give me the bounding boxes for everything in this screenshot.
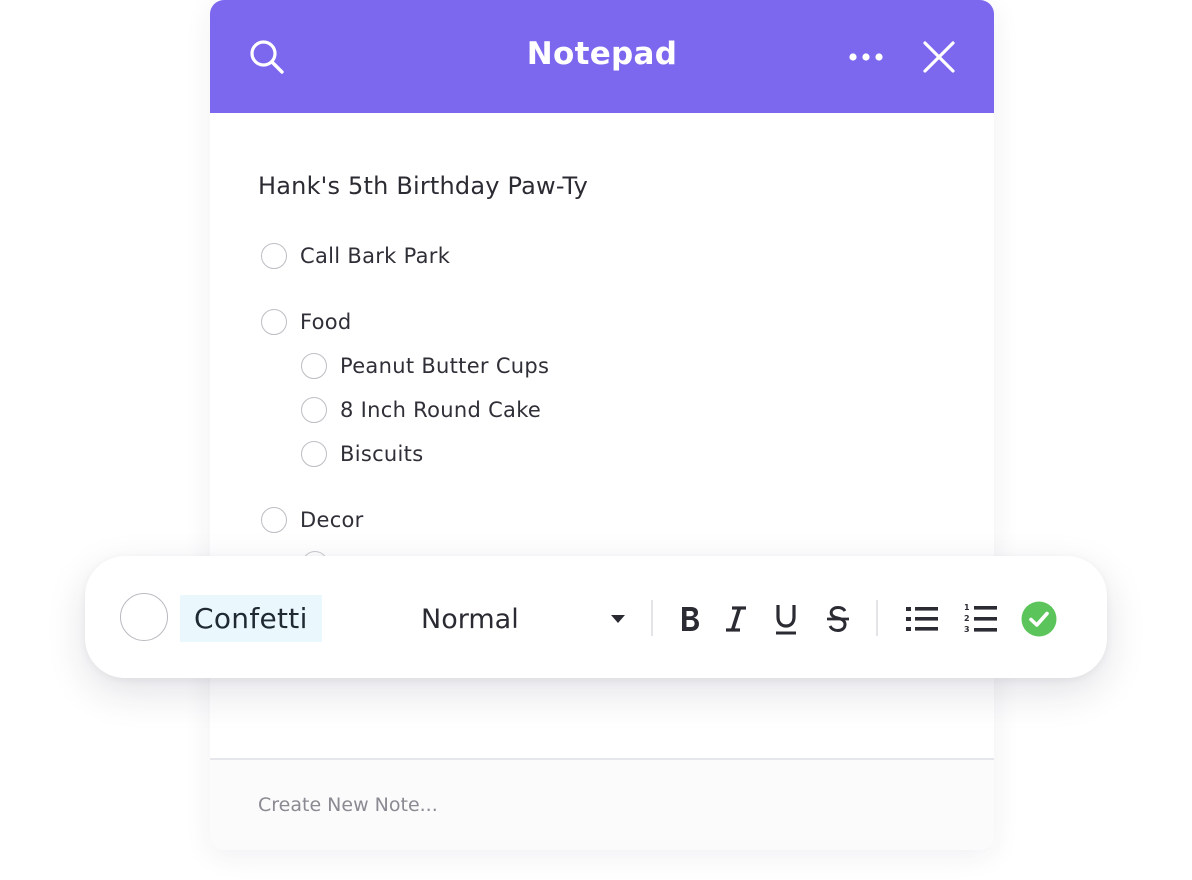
italic-icon	[726, 606, 746, 632]
checklist-item-label[interactable]: Call Bark Park	[300, 244, 450, 268]
confirm-check-icon	[1021, 601, 1057, 637]
bold-icon	[682, 607, 699, 631]
underline-icon	[776, 605, 796, 635]
checklist-item: Food	[261, 307, 352, 337]
checklist-checkbox[interactable]	[261, 507, 287, 533]
checklist-checkbox[interactable]	[301, 397, 327, 423]
notepad-window: Notepad Hank's 5th Birthday Paw-Ty Call …	[210, 0, 994, 850]
checklist-item-label[interactable]: Peanut Butter Cups	[340, 354, 549, 378]
stage: Notepad Hank's 5th Birthday Paw-Ty Call …	[0, 0, 1192, 880]
svg-text:2: 2	[964, 614, 970, 623]
notepad-header: Notepad	[210, 0, 994, 113]
bullet-list-icon	[906, 607, 938, 631]
checklist-checkbox[interactable]	[301, 441, 327, 467]
checklist-subitem: 8 Inch Round Cake	[301, 395, 541, 425]
editor-toolbar: Confetti Normal 1 2 3	[85, 556, 1107, 678]
checklist-item: Decor	[261, 505, 364, 535]
item-text-field[interactable]: Confetti	[180, 595, 322, 642]
text-style-label: Normal	[421, 603, 519, 635]
caret-down-icon	[611, 615, 625, 623]
checklist-item-label[interactable]: 8 Inch Round Cake	[340, 398, 541, 422]
numbered-list-icon: 1 2 3	[964, 603, 997, 634]
svg-text:1: 1	[964, 603, 970, 612]
bullet-list-button[interactable]	[903, 600, 941, 638]
toolbar-divider	[876, 600, 878, 636]
checklist-item-label[interactable]: Biscuits	[340, 442, 423, 466]
more-icon[interactable]	[848, 44, 884, 70]
italic-button[interactable]	[721, 600, 751, 638]
note-footer	[210, 758, 994, 850]
text-style-select[interactable]: Normal	[421, 600, 627, 638]
underline-button[interactable]	[771, 600, 801, 638]
note-title: Hank's 5th Birthday Paw-Ty	[258, 172, 589, 200]
checklist-item: Call Bark Park	[261, 241, 450, 271]
strikethrough-button[interactable]	[823, 600, 853, 638]
toolbar-divider	[651, 600, 653, 636]
checklist-subitem: Biscuits	[301, 439, 423, 469]
bold-button[interactable]	[675, 600, 705, 638]
numbered-list-button[interactable]: 1 2 3	[961, 600, 999, 638]
svg-text:3: 3	[964, 625, 970, 634]
item-checkbox[interactable]	[120, 593, 168, 641]
checklist-checkbox[interactable]	[261, 243, 287, 269]
confirm-button[interactable]	[1019, 600, 1059, 638]
checklist-checkbox[interactable]	[261, 309, 287, 335]
checklist-subitem: Peanut Butter Cups	[301, 351, 549, 381]
checklist-checkbox[interactable]	[301, 353, 327, 379]
strikethrough-icon	[827, 605, 849, 633]
close-icon[interactable]	[922, 40, 956, 74]
checklist-item-label[interactable]: Decor	[300, 508, 364, 532]
new-note-input[interactable]	[250, 790, 946, 820]
checklist-item-label[interactable]: Food	[300, 310, 352, 334]
